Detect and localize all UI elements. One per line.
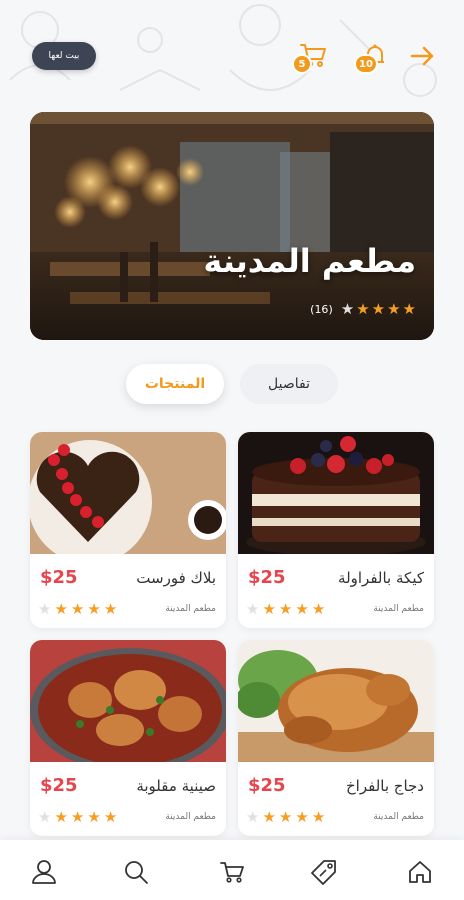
star-icon: ★	[54, 600, 68, 618]
star-icon: ★	[278, 600, 293, 618]
roast-chicken-image	[238, 640, 434, 762]
star-icon: ★	[262, 600, 276, 618]
black-forest-cake-image	[30, 432, 226, 554]
product-rating: ★ ★ ★ ★ ★	[38, 602, 117, 617]
star-icon: ★	[38, 808, 52, 826]
cart-badge: 5	[292, 54, 312, 74]
star-icon: ★	[262, 808, 276, 826]
bottom-nav	[0, 840, 464, 900]
tab-details[interactable]: تفاصيل	[240, 364, 338, 404]
product-price: $25	[40, 567, 78, 588]
star-icon: ★	[278, 808, 293, 826]
product-rating: ★ ★ ★ ★ ★	[246, 602, 325, 617]
star-icon: ★	[38, 600, 52, 618]
product-rating: ★ ★ ★ ★ ★	[246, 810, 325, 825]
home-icon[interactable]	[406, 858, 434, 886]
star-icon: ★	[311, 600, 326, 618]
star-icon: ★	[246, 808, 260, 826]
star-icon: ★	[387, 300, 401, 318]
star-icon: ★	[356, 300, 370, 318]
star-icon: ★	[103, 600, 118, 618]
tag-icon[interactable]	[310, 858, 338, 886]
restaurant-rating: ★ ★ ★ ★ ★ (16)	[310, 302, 416, 317]
product-name: صينية مقلوبة	[136, 777, 216, 795]
star-icon: ★	[295, 808, 309, 826]
star-icon: ★	[295, 600, 309, 618]
arrow-right-icon[interactable]	[408, 42, 436, 70]
star-icon: ★	[103, 808, 118, 826]
strawberry-cake-image	[238, 432, 434, 554]
tab-products[interactable]: المنتجات	[126, 364, 224, 404]
notifications-badge: 10	[354, 54, 378, 74]
tabs: المنتجات تفاصيل	[0, 364, 464, 406]
product-price: $25	[40, 775, 78, 796]
product-price: $25	[248, 567, 286, 588]
star-icon: ★	[371, 300, 386, 318]
product-card[interactable]: $25 صينية مقلوبة ★ ★ ★ ★ ★ مطعم المدينة	[30, 640, 226, 836]
product-source: مطعم المدينة	[373, 604, 424, 614]
product-name: بلاك فورست	[136, 569, 216, 587]
reviews-count: (16)	[310, 303, 333, 316]
cart-button[interactable]: 5	[292, 38, 330, 74]
star-icon: ★	[246, 600, 260, 618]
notifications-button[interactable]: 10	[354, 38, 392, 74]
product-card[interactable]: $25 دجاج بالفراخ ★ ★ ★ ★ ★ مطعم المدينة	[238, 640, 434, 836]
product-source: مطعم المدينة	[165, 604, 216, 614]
search-icon[interactable]	[122, 858, 150, 886]
product-source: مطعم المدينة	[373, 812, 424, 822]
user-icon[interactable]	[30, 858, 58, 886]
product-card[interactable]: $25 كيكة بالفراولة ★ ★ ★ ★ ★ مطعم المدين…	[238, 432, 434, 628]
cart-icon[interactable]	[218, 858, 246, 886]
star-icon: ★	[87, 808, 101, 826]
restaurant-banner: مطعم المدينة ★ ★ ★ ★ ★ (16)	[30, 112, 434, 340]
star-icon: ★	[311, 808, 326, 826]
star-icon: ★	[87, 600, 101, 618]
top-bar: 10 5 بيت لعها	[0, 0, 464, 110]
product-name: دجاج بالفراخ	[345, 777, 424, 795]
restaurant-name: مطعم المدينة	[203, 242, 416, 280]
product-name: كيكة بالفراولة	[338, 569, 424, 587]
product-card[interactable]: $25 بلاك فورست ★ ★ ★ ★ ★ مطعم المدينة	[30, 432, 226, 628]
star-icon: ★	[54, 808, 68, 826]
product-price: $25	[248, 775, 286, 796]
star-icon: ★	[340, 300, 355, 318]
product-rating: ★ ★ ★ ★ ★	[38, 810, 117, 825]
chicken-pan-image	[30, 640, 226, 762]
product-source: مطعم المدينة	[165, 812, 216, 822]
home-pill-button[interactable]: بيت لعها	[32, 42, 96, 70]
star-icon: ★	[70, 808, 85, 826]
star-icon: ★	[70, 600, 85, 618]
star-icon: ★	[402, 300, 416, 318]
